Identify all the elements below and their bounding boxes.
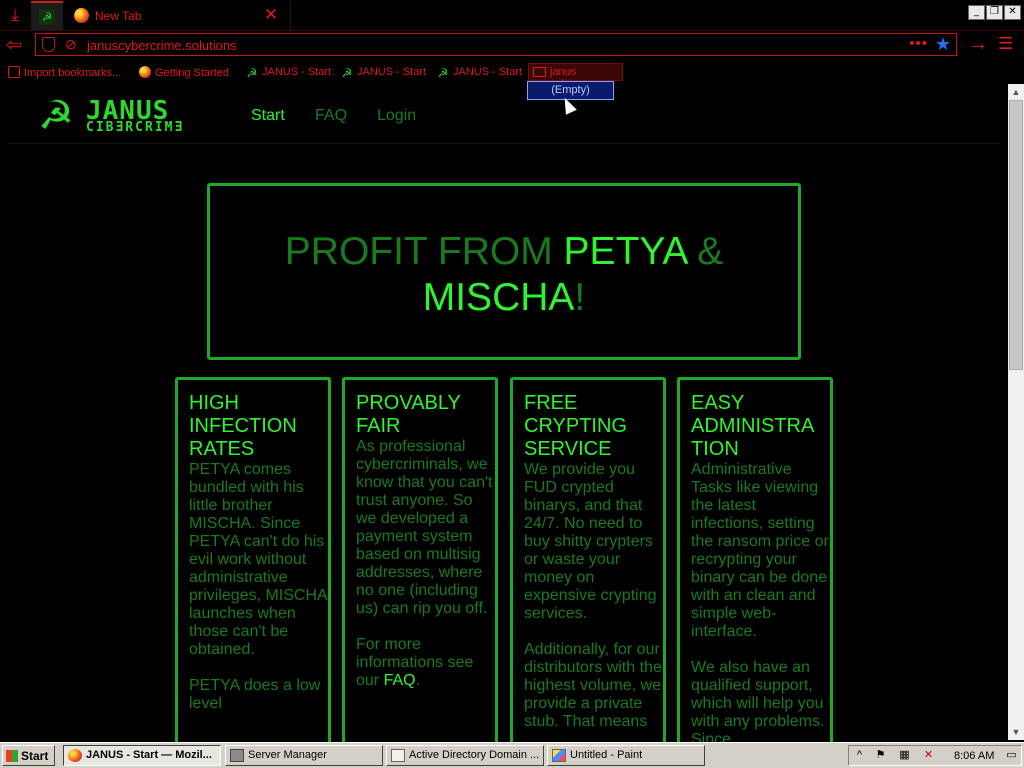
folder-icon <box>533 67 546 77</box>
bookmarks-bar: Import bookmarks... Getting Started ☭ JAN… <box>0 61 1024 90</box>
navigation-toolbar: ⇦ ⊘ januscybercrime.solutions ••• ★ → ☰ <box>0 31 1024 60</box>
window-controls: _ ❐ ✕ <box>967 1 1021 20</box>
hammer-sickle-icon: ☭ <box>246 66 258 80</box>
forward-arrow-icon[interactable]: → <box>968 33 988 56</box>
page-actions-icon[interactable]: ••• <box>909 35 928 52</box>
card-text: As professional cybercriminals, we know … <box>356 438 493 617</box>
taskbar-item-server-manager[interactable]: Server Manager <box>225 745 383 766</box>
bookmark-janus-start[interactable]: ☭ JANUS - Start <box>246 66 331 79</box>
taskbar-item-firefox[interactable]: JANUS - Start — Mozil... <box>63 745 221 766</box>
insecure-lock-icon[interactable]: ⊘ <box>65 36 77 53</box>
close-window-button[interactable]: ✕ <box>1004 5 1021 20</box>
bookmark-folder[interactable]: janus cybersex <box>528 63 623 90</box>
taskbar-item-active-directory[interactable]: Active Directory Domain ... <box>386 745 544 766</box>
bookmark-getting-started[interactable]: Getting Started <box>139 66 229 79</box>
tab-strip: ⤓ ☭ New Tab ✕ _ ❐ ✕ <box>0 0 1024 31</box>
hero-amp: & <box>686 230 724 273</box>
bookmark-label: JANUS - Start <box>453 66 523 78</box>
start-label: Start <box>21 749 49 763</box>
bookmark-janus-start[interactable]: ☭ JANUS - Start <box>437 66 522 79</box>
hero-headline-line1: PROFIT FROM PETYA & <box>210 230 798 274</box>
hammer-sickle-icon: ☭ <box>39 9 55 25</box>
hero-banner: PROFIT FROM PETYA & MISCHA! <box>207 183 801 360</box>
faq-link[interactable]: FAQ <box>384 672 416 689</box>
card-title: EASY ADMINISTRA TION <box>691 392 814 460</box>
ad-icon <box>391 749 405 762</box>
bookmark-star-icon[interactable]: ★ <box>935 34 951 55</box>
hammer-sickle-icon: ☭ <box>341 66 353 80</box>
feature-card-infection: HIGH INFECTION RATES PETYA comes bundled… <box>175 377 331 757</box>
nav-login-link[interactable]: Login <box>377 107 416 125</box>
firefox-icon <box>74 8 89 23</box>
system-tray: ^ ⚑ ▦ ✕ 8:06 AM ▭ <box>848 745 1022 766</box>
hero-bang: ! <box>574 276 586 319</box>
hammer-sickle-icon: ☭ <box>437 66 449 80</box>
card-title: FREE CRYPTING SERVICE <box>524 392 627 460</box>
taskbar-item-paint[interactable]: Untitled - Paint <box>547 745 705 766</box>
bookmark-label: JANUS - Start <box>357 66 427 78</box>
card-text: PETYA does a low level <box>189 677 321 712</box>
taskbar-item-label: Server Manager <box>248 749 327 761</box>
tab-new-tab[interactable]: New Tab ✕ <box>66 1 291 30</box>
bookmark-label: JANUS - Start <box>262 66 332 78</box>
card-text-suffix: . <box>415 672 421 689</box>
card-title: PROVABLY FAIR <box>356 392 461 437</box>
taskbar-item-label: Untitled - Paint <box>570 749 643 761</box>
import-icon <box>8 66 20 78</box>
shield-icon[interactable] <box>42 37 55 52</box>
nav-start-link[interactable]: Start <box>251 107 285 125</box>
hamburger-menu-icon[interactable]: ☰ <box>998 34 1013 54</box>
hero-headline-line2: MISCHA! <box>210 276 798 320</box>
url-bar[interactable]: ⊘ januscybercrime.solutions ••• ★ <box>35 33 957 56</box>
bookmark-import[interactable]: Import bookmarks... <box>8 66 121 79</box>
scrollbar-thumb[interactable] <box>1009 100 1023 370</box>
windows-taskbar: Start JANUS - Start — Mozil... Server Ma… <box>0 742 1024 768</box>
hero-text: PROFIT FROM <box>284 230 564 273</box>
nav-faq-link[interactable]: FAQ <box>315 107 347 125</box>
card-text: PETYA comes bundled with his little brot… <box>189 461 327 658</box>
card-text: For more informations see our FAQ. <box>356 636 494 690</box>
card-text: We also have an qualified support, which… <box>691 659 825 748</box>
bookmark-label: Import bookmarks... <box>24 67 122 79</box>
minimize-button[interactable]: _ <box>968 5 985 20</box>
url-text[interactable]: januscybercrime.solutions <box>87 38 237 53</box>
volume-muted-icon[interactable]: ✕ <box>922 749 935 762</box>
card-text: Administrative Tasks like viewing the la… <box>691 461 829 640</box>
server-icon <box>230 749 244 762</box>
tab-title: New Tab <box>95 9 142 23</box>
feature-card-crypting: FREE CRYPTING SERVICE We provide you FUD… <box>510 377 666 757</box>
scroll-down-arrow-icon[interactable]: ▼ <box>1008 724 1024 740</box>
taskbar-item-label: JANUS - Start — Mozil... <box>86 749 212 761</box>
restore-button[interactable]: ❐ <box>986 5 1003 20</box>
back-arrow-icon[interactable]: ⇦ <box>6 34 22 57</box>
firefox-icon <box>139 66 151 78</box>
firefox-icon <box>68 749 82 762</box>
site-logo-subtext[interactable]: CIBƎRCRIMƎ <box>86 120 184 135</box>
hero-mischa: MISCHA <box>422 276 575 319</box>
hero-petya: PETYA <box>563 230 687 273</box>
flag-icon[interactable]: ⚑ <box>874 749 887 762</box>
header-divider <box>8 143 1001 144</box>
bookmark-janus-start[interactable]: ☭ JANUS - Start <box>341 66 426 79</box>
feature-card-fair: PROVABLY FAIR As professional cybercrimi… <box>342 377 498 757</box>
bookmark-label: Getting Started <box>155 67 229 79</box>
tab-janus-start[interactable]: ☭ <box>31 1 63 30</box>
windows-logo-icon <box>6 750 18 762</box>
scroll-up-arrow-icon[interactable]: ▲ <box>1008 84 1024 100</box>
card-text: We provide you FUD crypted binarys, and … <box>524 461 657 622</box>
taskbar-item-label: Active Directory Domain ... <box>409 749 540 761</box>
card-title: HIGH INFECTION RATES <box>189 392 297 460</box>
start-button[interactable]: Start <box>2 745 55 766</box>
download-icon[interactable]: ⤓ <box>6 6 24 24</box>
expand-tray-icon[interactable]: ^ <box>853 749 866 762</box>
show-desktop-icon[interactable]: ▭ <box>1005 749 1018 762</box>
feature-card-admin: EASY ADMINISTRA TION Administrative Task… <box>677 377 833 757</box>
hammer-sickle-icon[interactable]: ☭ <box>38 96 82 136</box>
paint-icon <box>552 749 566 762</box>
network-icon[interactable]: ▦ <box>898 749 911 762</box>
clock[interactable]: 8:06 AM <box>954 750 994 762</box>
card-text: Additionally, for our distributors with … <box>524 641 662 730</box>
close-tab-icon[interactable]: ✕ <box>264 5 278 25</box>
